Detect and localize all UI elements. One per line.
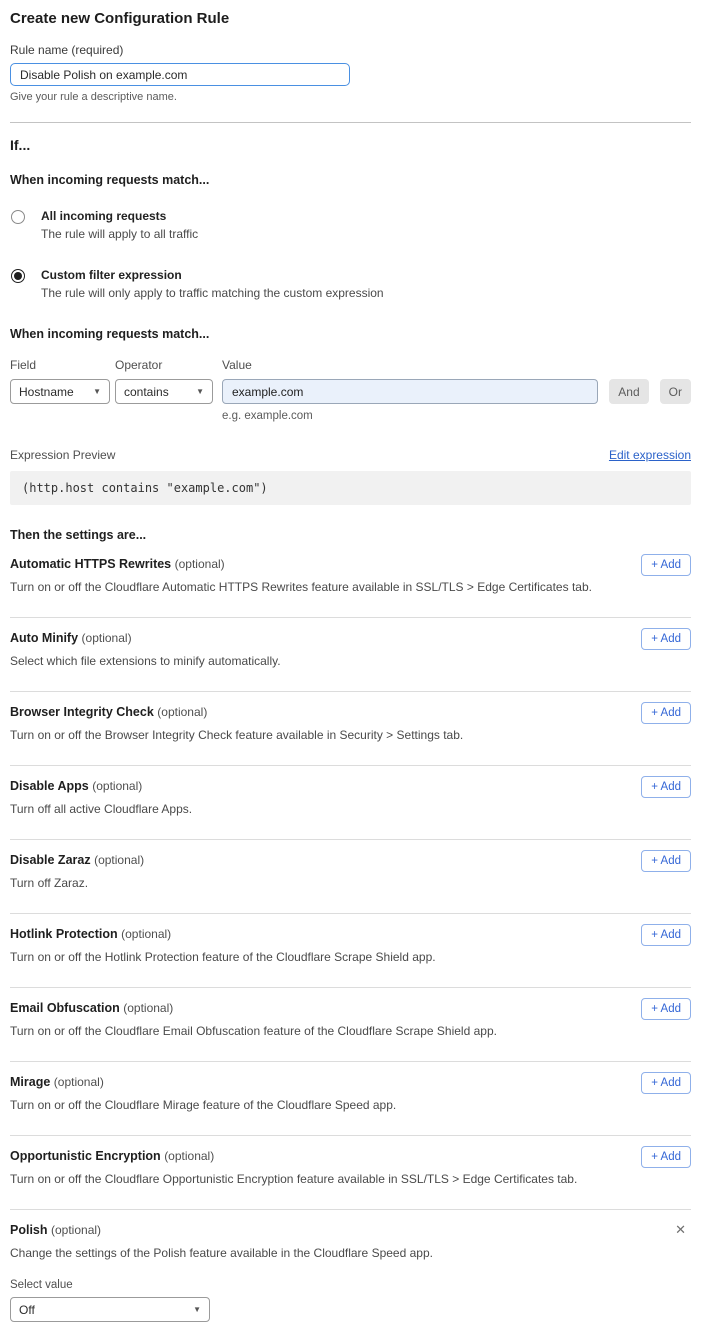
add-button[interactable]: + Add — [641, 924, 691, 946]
setting-optional-tag: (optional) — [82, 631, 132, 645]
then-settings-heading: Then the settings are... — [10, 528, 691, 542]
radio-label: Custom filter expression — [41, 268, 384, 282]
operator-label: Operator — [115, 358, 222, 372]
setting-row-opportunistic-encryption: Opportunistic Encryption (optional) Turn… — [10, 1136, 691, 1210]
settings-list: Automatic HTTPS Rewrites (optional) Turn… — [10, 544, 691, 1322]
create-configuration-rule-form: Create new Configuration Rule Rule name … — [0, 0, 705, 1334]
and-button[interactable]: And — [609, 379, 648, 404]
polish-select-value: Off — [19, 1303, 35, 1317]
add-button[interactable]: + Add — [641, 850, 691, 872]
setting-description: Turn on or off the Hotlink Protection fe… — [10, 950, 691, 964]
setting-description: Turn on or off the Cloudflare Mirage fea… — [10, 1098, 691, 1112]
setting-optional-tag: (optional) — [157, 705, 207, 719]
field-select[interactable]: Hostname ▼ — [10, 379, 110, 404]
or-button[interactable]: Or — [660, 379, 691, 404]
setting-name: Hotlink Protection — [10, 927, 118, 941]
setting-description: Turn off all active Cloudflare Apps. — [10, 802, 691, 816]
add-button[interactable]: + Add — [641, 702, 691, 724]
polish-value-select[interactable]: Off ▼ — [10, 1297, 210, 1322]
setting-name: Disable Apps — [10, 779, 89, 793]
setting-row-disable-apps: Disable Apps (optional) Turn off all act… — [10, 766, 691, 840]
radio-label: All incoming requests — [41, 209, 198, 223]
chevron-down-icon: ▼ — [196, 388, 204, 396]
value-input[interactable] — [222, 379, 598, 404]
field-label: Field — [10, 358, 115, 372]
setting-description: Turn on or off the Browser Integrity Che… — [10, 728, 691, 742]
expression-builder: Field Operator Value Hostname ▼ contains… — [10, 358, 691, 422]
if-heading: If... — [10, 137, 691, 153]
setting-name: Mirage — [10, 1075, 50, 1089]
setting-name: Opportunistic Encryption — [10, 1149, 161, 1163]
expression-preview-label: Expression Preview — [10, 448, 115, 462]
expression-preview-code: (http.host contains "example.com") — [10, 471, 691, 505]
value-helper: e.g. example.com — [222, 410, 691, 422]
page-title: Create new Configuration Rule — [10, 10, 691, 27]
add-button[interactable]: + Add — [641, 1072, 691, 1094]
setting-description: Turn on or off the Cloudflare Opportunis… — [10, 1172, 691, 1186]
setting-name: Automatic HTTPS Rewrites — [10, 557, 171, 571]
radio-button-unselected[interactable] — [11, 210, 25, 224]
setting-optional-tag: (optional) — [123, 1001, 173, 1015]
setting-name: Disable Zaraz — [10, 853, 91, 867]
rule-name-label: Rule name (required) — [10, 43, 691, 57]
chevron-down-icon: ▼ — [93, 388, 101, 396]
section-divider — [10, 122, 691, 123]
expression-builder-heading: When incoming requests match... — [10, 327, 691, 341]
add-button[interactable]: + Add — [641, 1146, 691, 1168]
setting-optional-tag: (optional) — [92, 779, 142, 793]
setting-description: Select which file extensions to minify a… — [10, 654, 691, 668]
setting-description: Turn off Zaraz. — [10, 876, 691, 890]
setting-optional-tag: (optional) — [175, 557, 225, 571]
radio-option-all-requests[interactable]: All incoming requests The rule will appl… — [10, 209, 691, 241]
setting-optional-tag: (optional) — [164, 1149, 214, 1163]
value-label: Value — [222, 358, 691, 372]
rule-name-input[interactable] — [10, 63, 350, 86]
setting-name: Auto Minify — [10, 631, 78, 645]
close-icon[interactable]: ✕ — [675, 1223, 686, 1236]
radio-button-selected[interactable] — [11, 269, 25, 283]
add-button[interactable]: + Add — [641, 776, 691, 798]
setting-optional-tag: (optional) — [54, 1075, 104, 1089]
setting-row-auto-minify: Auto Minify (optional) Select which file… — [10, 618, 691, 692]
setting-optional-tag: (optional) — [51, 1223, 101, 1237]
setting-optional-tag: (optional) — [94, 853, 144, 867]
field-select-value: Hostname — [19, 385, 74, 399]
chevron-down-icon: ▼ — [193, 1306, 201, 1314]
setting-row-email-obfuscation: Email Obfuscation (optional) Turn on or … — [10, 988, 691, 1062]
setting-row-disable-zaraz: Disable Zaraz (optional) Turn off Zaraz.… — [10, 840, 691, 914]
setting-row-hotlink-protection: Hotlink Protection (optional) Turn on or… — [10, 914, 691, 988]
setting-row-mirage: Mirage (optional) Turn on or off the Clo… — [10, 1062, 691, 1136]
setting-description: Turn on or off the Cloudflare Email Obfu… — [10, 1024, 691, 1038]
setting-row-automatic-https-rewrites: Automatic HTTPS Rewrites (optional) Turn… — [10, 544, 691, 618]
select-value-label: Select value — [10, 1279, 691, 1291]
match-type-radio-group: All incoming requests The rule will appl… — [10, 209, 691, 300]
radio-description: The rule will only apply to traffic matc… — [41, 286, 384, 300]
radio-option-custom-expression[interactable]: Custom filter expression The rule will o… — [10, 268, 691, 300]
setting-name: Polish — [10, 1223, 48, 1237]
setting-row-polish-expanded: Polish (optional) ✕ Change the settings … — [10, 1210, 691, 1322]
operator-select-value: contains — [124, 385, 169, 399]
operator-select[interactable]: contains ▼ — [115, 379, 213, 404]
setting-description: Turn on or off the Cloudflare Automatic … — [10, 580, 691, 594]
rule-name-section: Rule name (required) Give your rule a de… — [10, 43, 691, 103]
setting-name: Email Obfuscation — [10, 1001, 120, 1015]
setting-row-browser-integrity-check: Browser Integrity Check (optional) Turn … — [10, 692, 691, 766]
radio-description: The rule will apply to all traffic — [41, 227, 198, 241]
setting-name: Browser Integrity Check — [10, 705, 154, 719]
add-button[interactable]: + Add — [641, 628, 691, 650]
add-button[interactable]: + Add — [641, 554, 691, 576]
rule-name-helper: Give your rule a descriptive name. — [10, 91, 691, 103]
edit-expression-link[interactable]: Edit expression — [609, 448, 691, 462]
match-type-heading: When incoming requests match... — [10, 173, 691, 187]
setting-optional-tag: (optional) — [121, 927, 171, 941]
add-button[interactable]: + Add — [641, 998, 691, 1020]
setting-description: Change the settings of the Polish featur… — [10, 1246, 691, 1260]
